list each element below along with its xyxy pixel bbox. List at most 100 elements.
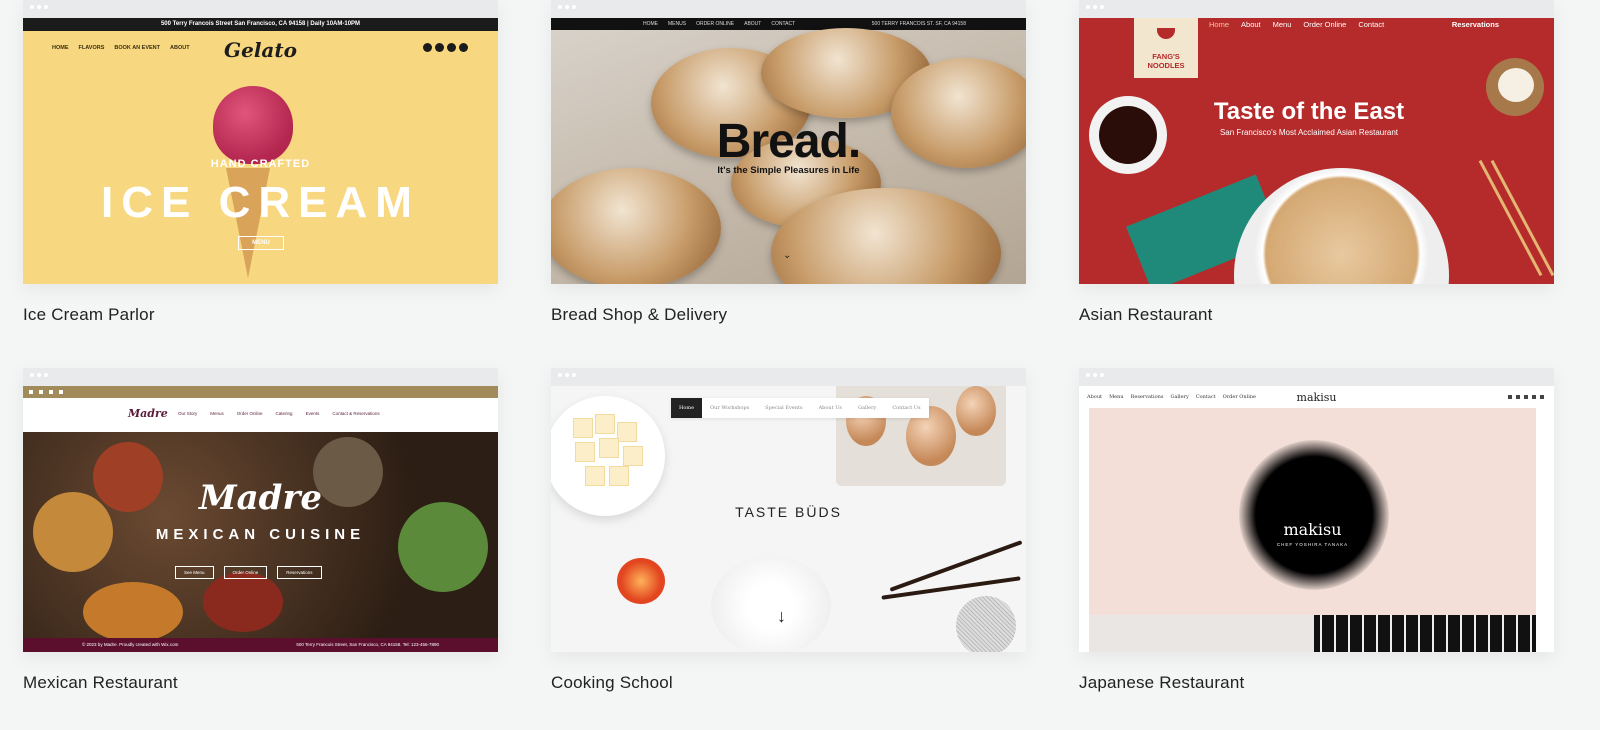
browser-bar — [23, 0, 498, 18]
template-card-cooking-school[interactable]: Home Our Workshops Special Events About … — [551, 368, 1026, 692]
see-menu-button: See Menu — [175, 566, 214, 579]
hero-subline: It's the Simple Pleasures in Life — [717, 165, 860, 176]
email-icon — [1540, 395, 1544, 399]
nav-item: HOME — [643, 21, 658, 27]
hero-headline: Taste of the East — [1213, 98, 1405, 125]
nav-item: Contact — [1358, 20, 1385, 29]
pinterest-icon — [39, 390, 43, 394]
noodle-bowl-icon — [1157, 28, 1175, 39]
sieve-image — [956, 596, 1016, 652]
nav-item: Contact Us — [892, 405, 921, 411]
preview-site: Home Our Workshops Special Events About … — [551, 386, 1026, 652]
bread-loaf-image — [551, 168, 721, 284]
bun-image — [1486, 58, 1544, 116]
preview-site: 500 Terry Francois Street San Francisco,… — [23, 18, 498, 284]
nav-item: Menus — [210, 411, 224, 416]
nav-item: Events — [305, 411, 320, 416]
nav-item: MENUS — [668, 21, 687, 27]
nav-item: ABOUT — [744, 21, 762, 27]
instagram-icon — [1524, 395, 1528, 399]
facebook-icon — [1508, 395, 1512, 399]
site-footer: © 2023 by Madre. Proudly created with Wi… — [23, 638, 498, 652]
template-name[interactable]: Japanese Restaurant — [1079, 673, 1244, 693]
template-name[interactable]: Cooking School — [551, 673, 673, 693]
menu-button: MENU — [238, 236, 284, 250]
preview-site: About Menu Reservations Gallery Contact … — [1079, 386, 1554, 652]
address: 500 TERRY FRANCOIS ST. SF, CA 94158 — [871, 21, 966, 27]
pinterest-icon — [447, 43, 456, 52]
ink-blot-image — [1239, 440, 1389, 590]
site-logo: FANG'S NOODLES — [1134, 18, 1198, 78]
social-icons — [423, 43, 468, 52]
nav-item: ORDER ONLINE — [696, 21, 735, 27]
template-card-bread-shop[interactable]: HOME MENUS ORDER ONLINE ABOUT CONTACT 50… — [551, 0, 1026, 324]
hero-headline: TASTE BÜDS — [735, 504, 842, 520]
template-name[interactable]: Ice Cream Parlor — [23, 305, 155, 325]
site-nav: Home About Menu Order Online Contact — [1209, 20, 1384, 29]
gallery-image — [1314, 615, 1536, 652]
template-name[interactable]: Asian Restaurant — [1079, 305, 1213, 325]
template-preview[interactable]: 500 Terry Francois Street San Francisco,… — [23, 0, 498, 284]
tagline: HAND CRAFTED — [210, 158, 311, 170]
nav-item: Contact & Reservations — [332, 411, 380, 416]
nav-item: Order Online — [236, 411, 263, 416]
nav-item: Menu — [1272, 20, 1292, 29]
reservations-button: Reservations — [277, 566, 322, 579]
arrow-down-icon: ↓ — [777, 606, 786, 626]
nav-item: Our Workshops — [710, 405, 750, 411]
nav-item: Our Story — [178, 411, 198, 416]
social-icons — [1508, 395, 1544, 399]
reservations-link: Reservations — [1451, 20, 1499, 29]
instagram-icon — [459, 43, 468, 52]
nav-item: Home — [1209, 20, 1230, 29]
footer-copyright: © 2023 by Madre. Proudly created with Wi… — [81, 642, 179, 647]
template-name[interactable]: Mexican Restaurant — [23, 673, 178, 693]
scoop-image — [213, 86, 293, 164]
twitter-icon — [435, 43, 444, 52]
hero-section: makisu CHEF YOSHIRA TANAKA — [1089, 408, 1536, 615]
order-online-button: Order Online — [223, 566, 268, 579]
nav-item: Order Online — [1303, 20, 1347, 29]
twitter-icon — [1532, 395, 1536, 399]
template-preview[interactable]: Home About Menu Order Online Contact Res… — [1079, 0, 1554, 284]
site-logo: Madre — [128, 407, 168, 420]
template-card-mexican-restaurant[interactable]: Madre Our Story Menus Order Online Cater… — [23, 368, 498, 692]
preview-site: HOME MENUS ORDER ONLINE ABOUT CONTACT 50… — [551, 18, 1026, 284]
vanilla-pod-image — [881, 576, 1021, 600]
facebook-icon — [423, 43, 432, 52]
template-preview[interactable]: HOME MENUS ORDER ONLINE ABOUT CONTACT 50… — [551, 0, 1026, 284]
template-name[interactable]: Bread Shop & Delivery — [551, 305, 727, 325]
template-card-ice-cream[interactable]: 500 Terry Francois Street San Francisco,… — [23, 0, 498, 324]
template-preview[interactable]: About Menu Reservations Gallery Contact … — [1079, 368, 1554, 652]
facebook-icon — [29, 390, 33, 394]
site-nav: Home Our Workshops Special Events About … — [671, 398, 929, 418]
template-preview[interactable]: Home Our Workshops Special Events About … — [551, 368, 1026, 652]
hero-logo: Madre — [199, 478, 322, 518]
nav-item: Gallery — [857, 405, 877, 411]
hero-subline: San Francisco's Most Acclaimed Asian Res… — [1219, 128, 1399, 137]
site-nav: Our Story Menus Order Online Catering Ev… — [178, 411, 380, 416]
template-preview[interactable]: Madre Our Story Menus Order Online Cater… — [23, 368, 498, 652]
logo-text: FANG'S NOODLES — [1147, 52, 1185, 70]
nav-item: Catering — [275, 411, 293, 416]
chopstick-image — [1490, 159, 1554, 277]
template-card-asian-restaurant[interactable]: Home About Menu Order Online Contact Res… — [1079, 0, 1554, 324]
nav-item: Special Events — [765, 405, 803, 411]
chopstick-image — [1478, 159, 1543, 277]
ramen-bowl-image — [1234, 168, 1449, 284]
preview-site: Home About Menu Order Online Contact Res… — [1079, 18, 1554, 284]
nav-item: Home — [671, 398, 703, 418]
nav-item: About — [1241, 20, 1261, 29]
nav-item: CONTACT — [771, 21, 796, 27]
site-header: Madre Our Story Menus Order Online Cater… — [23, 398, 498, 432]
browser-bar — [1079, 368, 1554, 386]
chevron-down-icon: ⌄ — [783, 250, 792, 261]
browser-bar — [1079, 0, 1554, 18]
browser-bar — [23, 368, 498, 386]
pinterest-icon — [1516, 395, 1520, 399]
chef-name: CHEF YOSHIRA TANAKA — [1276, 542, 1349, 547]
hero-buttons: See Menu Order Online Reservations — [175, 566, 322, 579]
template-card-japanese-restaurant[interactable]: About Menu Reservations Gallery Contact … — [1079, 368, 1554, 692]
browser-bar — [551, 0, 1026, 18]
footer-address: 500 Terry Francois Street, San Francisco… — [296, 642, 439, 647]
